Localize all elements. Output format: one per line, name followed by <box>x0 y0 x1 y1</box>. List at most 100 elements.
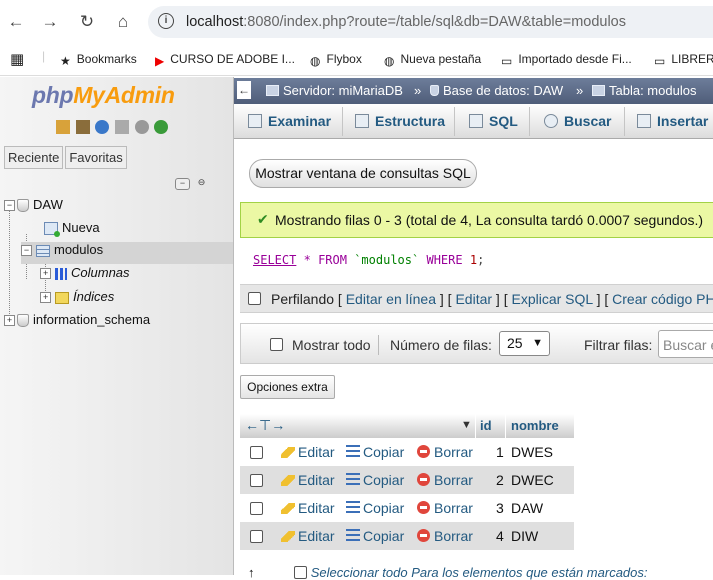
expand-icon[interactable]: + <box>40 268 51 280</box>
docs-icon[interactable] <box>114 120 129 134</box>
row-checkbox[interactable] <box>250 446 263 459</box>
copy-icon <box>346 529 360 542</box>
cell-nombre: DWES <box>511 444 553 460</box>
tab-insert[interactable]: Insertar <box>637 113 708 129</box>
delete-link[interactable]: Borrar <box>417 444 473 460</box>
row-checkbox[interactable] <box>250 530 263 543</box>
tree-db-daw[interactable]: − DAW <box>4 197 63 219</box>
rows-label: Número de filas: <box>390 337 492 353</box>
forward-arrow-icon[interactable]: → <box>38 10 62 34</box>
extra-options-button[interactable]: Opciones extra <box>240 375 335 399</box>
bookmark-folder[interactable]: ▭ Importado desde Fi... <box>501 52 632 68</box>
copy-link[interactable]: Copiar <box>346 500 404 516</box>
edit-link[interactable]: Editar <box>281 472 335 488</box>
delete-icon <box>417 445 430 458</box>
edit-link[interactable]: Editar <box>281 500 335 516</box>
expand-icon[interactable]: + <box>40 292 51 304</box>
settings-gear-icon[interactable] <box>134 120 149 134</box>
url-text[interactable]: localhost:8080/index.php?route=/table/sq… <box>186 14 626 30</box>
link-explain[interactable]: Explicar SQL <box>512 291 593 307</box>
edit-link[interactable]: Editar <box>281 444 335 460</box>
row-checkbox[interactable] <box>250 474 263 487</box>
collapse-icon[interactable]: − <box>21 245 32 257</box>
cell-id: 3 <box>496 500 504 516</box>
folder-icon: ▭ <box>654 54 666 68</box>
new-table-icon <box>44 222 60 238</box>
delete-link[interactable]: Borrar <box>417 528 473 544</box>
structure-icon <box>355 114 369 128</box>
tree-table-modulos[interactable]: − modulos <box>21 242 233 264</box>
resize-columns-icon[interactable]: ←⊤→ <box>245 417 285 434</box>
copy-link[interactable]: Copiar <box>346 444 404 460</box>
sort-dropdown-icon[interactable]: ▼ <box>461 419 472 431</box>
breadcrumb-server[interactable]: Servidor: miMariaDB <box>266 83 403 98</box>
bookmark-folder[interactable]: ▭ LIBRER <box>654 52 713 68</box>
collapse-icon[interactable]: − <box>4 200 15 212</box>
site-info-icon[interactable]: i <box>158 13 174 29</box>
breadcrumb-table[interactable]: Tabla: modulos <box>592 83 696 98</box>
link-create-php[interactable]: Crear código PHP <box>612 291 713 307</box>
tab-recent[interactable]: Reciente <box>4 146 64 169</box>
back-arrow-icon[interactable]: ← <box>4 10 28 34</box>
show-sql-window-button[interactable]: Mostrar ventana de consultas SQL <box>249 159 477 188</box>
show-all-checkbox[interactable] <box>270 338 283 351</box>
profiling-bar: Perfilando [ Editar en línea ] [ Editar … <box>240 284 713 313</box>
tree-db-information-schema[interactable]: + information_schema <box>4 312 150 334</box>
filter-input[interactable]: Buscar en esta tabla <box>658 330 713 358</box>
copy-link[interactable]: Copiar <box>346 472 404 488</box>
home-icon[interactable]: ⌂ <box>111 10 135 34</box>
table-icon <box>36 244 50 257</box>
address-bar[interactable]: i localhost:8080/index.php?route=/table/… <box>148 6 713 38</box>
tree-new-table[interactable]: Nueva <box>40 220 100 242</box>
column-header-id[interactable]: id <box>480 418 492 433</box>
copy-icon <box>346 445 360 458</box>
bookmark-item[interactable]: ★ Bookmarks <box>60 52 137 68</box>
tab-structure[interactable]: Estructura <box>355 113 445 129</box>
check-icon: ✔ <box>257 211 269 227</box>
tab-favorites[interactable]: Favoritas <box>65 146 127 169</box>
bookmarks-divider: | <box>42 49 46 63</box>
cell-nombre: DWEC <box>511 472 554 488</box>
profiling-checkbox[interactable] <box>248 292 261 305</box>
help-icon[interactable] <box>95 120 110 134</box>
collapse-arrow-icon[interactable]: ← <box>237 81 251 99</box>
cell-id: 1 <box>496 444 504 460</box>
delete-icon <box>417 529 430 542</box>
delete-link[interactable]: Borrar <box>417 500 473 516</box>
tab-search[interactable]: Buscar <box>544 113 611 129</box>
edit-link[interactable]: Editar <box>281 528 335 544</box>
link-inline-edit[interactable]: Editar en línea <box>346 291 436 307</box>
table-icon <box>592 85 605 96</box>
phpmyadmin-logo[interactable]: phpMyAdmin <box>32 82 175 109</box>
pencil-icon <box>281 447 295 458</box>
bookmark-item[interactable]: ▶ CURSO DE ADOBE I... <box>155 52 295 68</box>
tree-columns[interactable]: + Columnas <box>40 265 130 287</box>
tree-indexes[interactable]: + Índices <box>40 289 114 311</box>
select-all-checkbox[interactable] <box>294 566 308 579</box>
exit-icon[interactable] <box>75 120 90 134</box>
cell-id: 4 <box>496 528 504 544</box>
breadcrumb-sep: » <box>414 83 422 98</box>
collapse-all-icon[interactable]: − <box>175 177 190 190</box>
tab-browse[interactable]: Examinar <box>248 113 331 129</box>
copy-link[interactable]: Copiar <box>346 528 404 544</box>
row-checkbox[interactable] <box>250 502 263 515</box>
rows-select[interactable]: 25 ▼ <box>499 331 550 356</box>
reload-nav-icon[interactable] <box>154 120 169 134</box>
bookmark-item[interactable]: ◍ Flybox <box>310 52 362 68</box>
reload-icon[interactable]: ↻ <box>75 10 99 34</box>
bookmark-item[interactable]: ◍ Nueva pestaña <box>384 52 481 68</box>
sql-query[interactable]: SELECT * FROM `modulos` WHERE 1; <box>253 253 484 267</box>
quick-icons <box>56 120 170 136</box>
delete-link[interactable]: Borrar <box>417 472 473 488</box>
expand-icon[interactable]: + <box>4 315 15 327</box>
column-header-nombre[interactable]: nombre <box>511 418 559 433</box>
apps-grid-icon[interactable]: ▦ <box>10 50 24 68</box>
bulk-actions-label[interactable]: Seleccionar todo Para los elementos que … <box>311 565 648 580</box>
tab-sql[interactable]: SQL <box>469 113 518 129</box>
home-icon[interactable] <box>56 120 70 134</box>
breadcrumb-database[interactable]: Base de datos: DAW <box>430 83 563 98</box>
link-icon[interactable]: ⊖ <box>194 177 209 190</box>
link-edit[interactable]: Editar <box>455 291 492 307</box>
server-icon <box>266 85 279 96</box>
